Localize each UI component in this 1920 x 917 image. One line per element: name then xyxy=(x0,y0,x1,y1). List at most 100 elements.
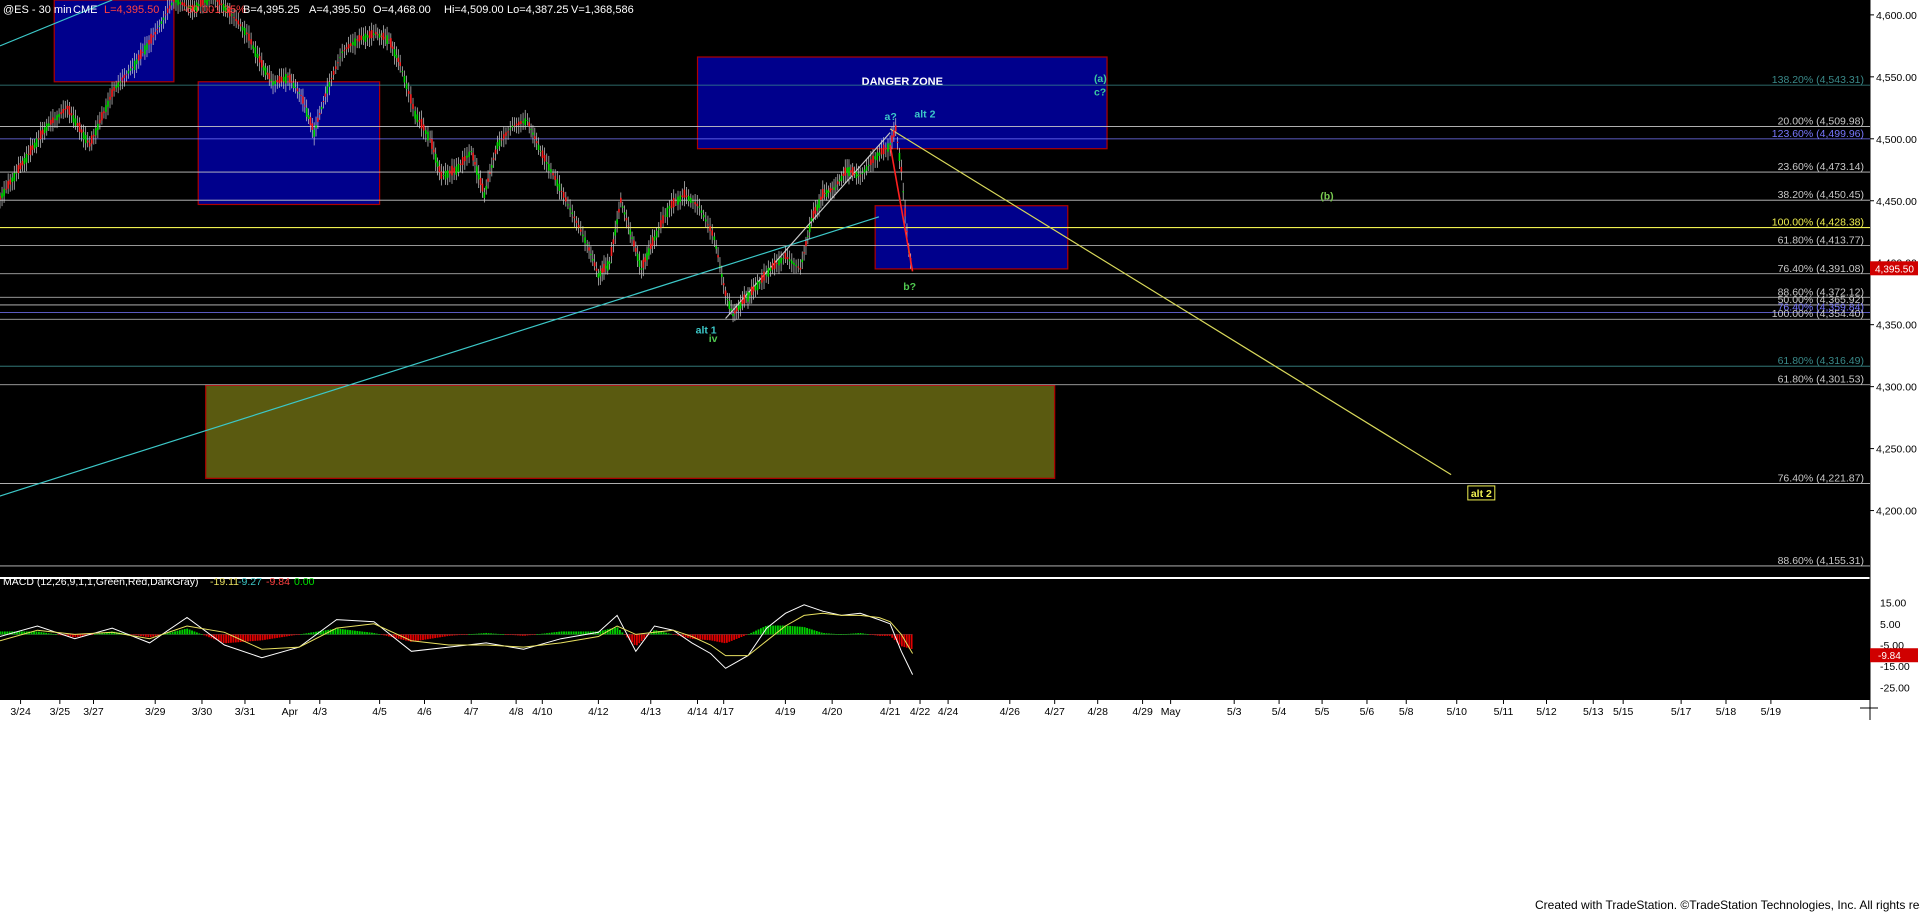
macd-hist-bar xyxy=(405,634,407,640)
price-tick-label-8: 4,200.00 xyxy=(1876,506,1917,518)
macd-hist-bar xyxy=(422,634,424,640)
fib-label-3: 23.60% (4,473.14) xyxy=(1778,161,1864,173)
price-candle xyxy=(91,135,93,143)
macd-hist-bar xyxy=(891,634,893,637)
price-candle xyxy=(805,241,807,246)
time-tick-label-18: 4/20 xyxy=(822,706,843,718)
price-candle xyxy=(785,253,787,259)
price-candle xyxy=(7,181,9,189)
price-candle xyxy=(64,109,66,110)
macd-hist-bar xyxy=(152,634,154,636)
price-candle xyxy=(134,61,136,70)
price-candle xyxy=(899,153,901,161)
price-candle xyxy=(32,145,34,150)
macd-hist-bar xyxy=(427,634,429,639)
header-field-1: CME xyxy=(73,4,97,16)
price-candle xyxy=(447,170,449,177)
price-candle xyxy=(536,141,538,143)
time-tick-label-25: 4/29 xyxy=(1132,706,1153,718)
header-field-5: B=4,395.25 xyxy=(243,4,300,16)
macd-hist-bar xyxy=(551,633,553,635)
price-candle xyxy=(592,259,594,261)
wave-annotation-5: b? xyxy=(903,281,916,293)
time-tick-label-33: 5/11 xyxy=(1494,706,1514,718)
macd-hist-bar xyxy=(288,634,290,636)
wave-annotation-0: a? xyxy=(885,111,897,123)
price-candle xyxy=(165,14,167,15)
price-candle xyxy=(852,167,854,176)
price-candle xyxy=(635,248,637,252)
price-candle xyxy=(681,195,683,196)
macd-hist-bar xyxy=(281,634,283,637)
macd-hist-bar xyxy=(821,633,823,635)
price-candle xyxy=(556,179,558,186)
price-candle xyxy=(530,129,532,130)
price-candle xyxy=(18,165,20,173)
price-candle xyxy=(780,258,782,263)
price-candle xyxy=(60,112,62,114)
price-candle xyxy=(654,236,656,240)
price-candle xyxy=(476,166,478,175)
macd-value-1: -9.27 xyxy=(238,576,262,588)
price-candle xyxy=(472,153,474,161)
price-candle xyxy=(26,154,28,163)
macd-hist-bar xyxy=(140,634,142,636)
price-candle xyxy=(684,190,686,198)
price-candle xyxy=(435,154,437,163)
price-candle xyxy=(128,71,130,74)
macd-hist-bar xyxy=(631,634,633,642)
time-tick-label-15: 4/14 xyxy=(687,706,708,718)
price-candle xyxy=(1,193,3,198)
price-candle xyxy=(883,145,885,154)
header-field-2: L=4,395.50 xyxy=(104,4,159,16)
macd-hist-bar xyxy=(809,629,811,635)
macd-hist-bar xyxy=(133,634,135,635)
time-tick-label-22: 4/26 xyxy=(1000,706,1021,718)
price-candle xyxy=(325,94,327,97)
price-candle xyxy=(497,142,499,149)
macd-hist-bar xyxy=(750,633,752,635)
price-candle xyxy=(839,180,841,182)
macd-hist-bar xyxy=(36,631,38,634)
header-field-3: -60.00 xyxy=(183,4,214,16)
time-tick-label-5: 3/31 xyxy=(235,706,256,718)
price-candle xyxy=(770,267,772,271)
macd-hist-bar xyxy=(352,630,354,634)
price-candle xyxy=(501,139,503,140)
price-candle xyxy=(717,255,719,257)
macd-hist-bar xyxy=(364,632,366,635)
price-candle xyxy=(478,174,480,180)
macd-hist-bar xyxy=(308,633,310,635)
macd-hist-bar xyxy=(753,632,755,635)
macd-hist-bar xyxy=(439,634,441,637)
price-candle xyxy=(578,225,580,228)
price-candle xyxy=(751,287,753,295)
price-candle xyxy=(532,133,534,135)
price-candle xyxy=(274,81,276,84)
macd-hist-bar xyxy=(495,634,497,635)
macd-hist-bar xyxy=(480,633,482,634)
macd-hist-bar xyxy=(556,632,558,634)
macd-hist-bar xyxy=(634,634,636,644)
fib-label-7: 76.40% (4,391.08) xyxy=(1778,263,1864,275)
price-candle xyxy=(703,215,705,218)
price-candle xyxy=(673,198,675,207)
macd-hist-bar xyxy=(877,634,879,635)
macd-hist-bar xyxy=(135,634,137,635)
price-candle xyxy=(310,117,312,125)
price-candle xyxy=(77,123,79,126)
price-candle xyxy=(58,114,60,117)
price-candle xyxy=(797,266,799,267)
price-candle xyxy=(692,201,694,202)
macd-hist-bar xyxy=(203,634,205,635)
macd-hist-bar xyxy=(865,634,867,635)
price-candle xyxy=(652,237,654,245)
price-candle xyxy=(586,244,588,245)
price-candle xyxy=(317,118,319,122)
price-candle xyxy=(826,190,828,197)
price-candle xyxy=(864,169,866,172)
price-candle xyxy=(169,6,171,9)
header-field-10: V=1,368,586 xyxy=(571,4,634,16)
price-candle xyxy=(470,151,472,152)
macd-hist-bar xyxy=(2,631,4,634)
